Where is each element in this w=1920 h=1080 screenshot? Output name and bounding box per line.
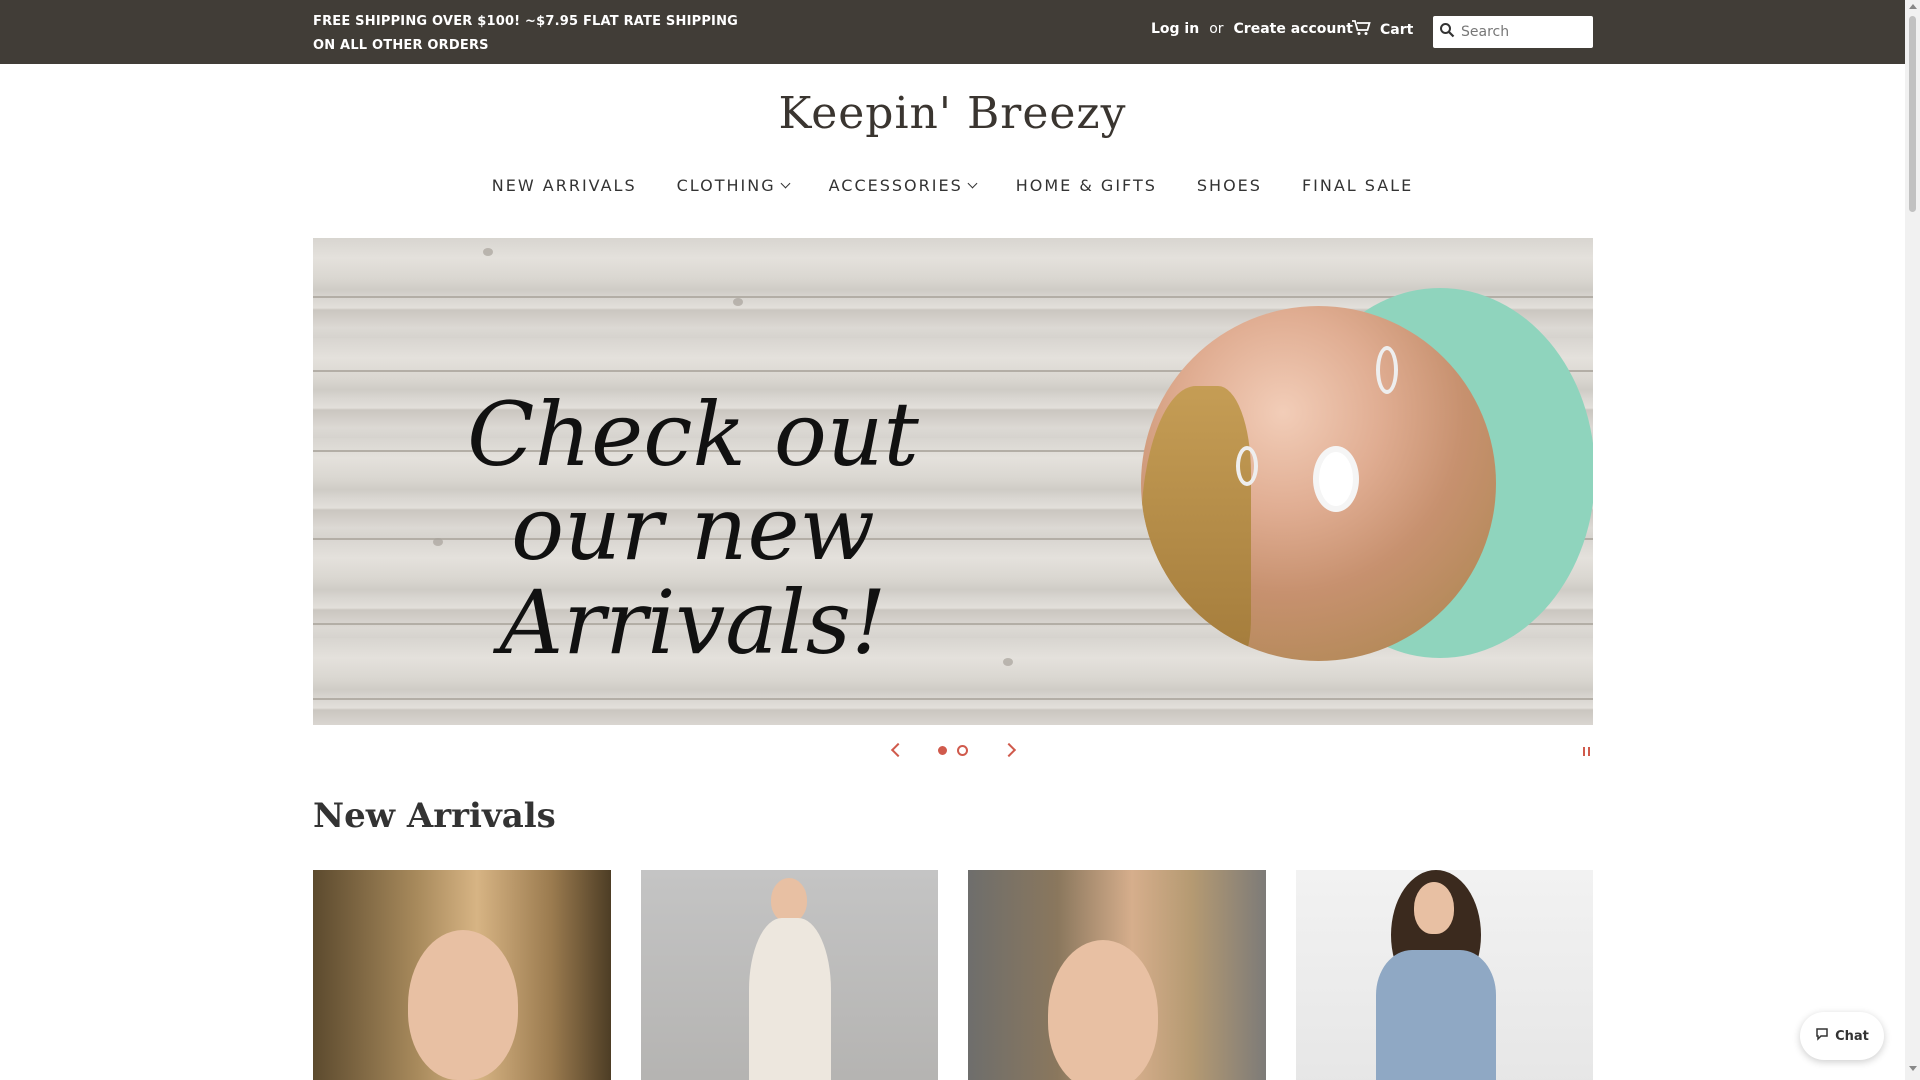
product-card[interactable] <box>1295 870 1593 1080</box>
product-grid <box>313 870 1593 1080</box>
product-image <box>770 878 807 922</box>
product-image-denim-dress <box>1375 950 1496 1080</box>
prev-slide-arrow-icon[interactable] <box>890 742 906 758</box>
nav-clothing[interactable]: CLOTHING <box>676 176 791 195</box>
scroll-up-icon[interactable] <box>1909 4 1917 9</box>
nav-label: NEW ARRIVALS <box>491 176 637 195</box>
scrollbar-thumb[interactable] <box>1909 16 1916 212</box>
nav-label: ACCESSORIES <box>828 176 963 195</box>
chevron-down-icon <box>967 178 978 189</box>
hero-slide[interactable]: Check out our new Arrivals! <box>313 238 1593 725</box>
search-input[interactable] <box>1461 24 1581 40</box>
earring-shape <box>1376 346 1398 394</box>
wood-knot <box>733 298 743 306</box>
section-title: New Arrivals <box>313 796 556 836</box>
cart-link[interactable]: Cart <box>1352 20 1413 40</box>
hero-headline: Check out our new Arrivals! <box>393 388 993 670</box>
product-image <box>408 930 518 1080</box>
create-account-link[interactable]: Create account <box>1234 21 1353 37</box>
search-icon[interactable] <box>1439 22 1455 42</box>
product-card[interactable] <box>313 870 611 1080</box>
chat-label: Chat <box>1835 1028 1869 1044</box>
product-card[interactable] <box>968 870 1266 1080</box>
main-nav: NEW ARRIVALS CLOTHING ACCESSORIES HOME &… <box>0 176 1905 195</box>
model-portrait-image <box>1141 306 1496 661</box>
announcement-bar: FREE SHIPPING OVER $100! ~$7.95 FLAT RAT… <box>0 0 1905 64</box>
hair-shape <box>1141 386 1251 661</box>
cart-icon <box>1352 20 1372 40</box>
wood-plank-line <box>313 698 1593 700</box>
site-logo[interactable]: Keepin' Breezy <box>0 88 1905 139</box>
nav-shoes[interactable]: SHOES <box>1197 176 1262 195</box>
search-box[interactable] <box>1433 16 1593 48</box>
chevron-down-icon <box>780 178 791 189</box>
nav-new-arrivals[interactable]: NEW ARRIVALS <box>492 176 637 195</box>
announcement-text: FREE SHIPPING OVER $100! ~$7.95 FLAT RAT… <box>313 14 739 53</box>
nav-label: FINAL SALE <box>1301 176 1414 195</box>
pause-icon[interactable] <box>1583 747 1590 756</box>
scroll-down-icon[interactable] <box>1909 1066 1917 1071</box>
cart-label: Cart <box>1380 22 1414 38</box>
ring-shape <box>1313 446 1359 512</box>
hero-headline-line1: Check out our new <box>467 383 919 580</box>
login-link[interactable]: Log in <box>1151 21 1199 37</box>
nav-label: SHOES <box>1196 176 1262 195</box>
chat-button[interactable]: Chat <box>1800 1012 1884 1060</box>
account-links: Log in or Create account <box>1151 21 1353 37</box>
wood-knot <box>483 248 493 256</box>
product-image-dress <box>748 918 831 1080</box>
earring-shape <box>1236 446 1258 486</box>
slide-dot-1[interactable] <box>938 746 947 755</box>
product-image <box>1413 882 1454 934</box>
product-card[interactable] <box>640 870 938 1080</box>
nav-label: CLOTHING <box>676 176 776 195</box>
next-slide-arrow-icon[interactable] <box>1001 742 1017 758</box>
hero-headline-line2: Arrivals! <box>499 571 887 674</box>
slide-dot-2[interactable] <box>957 745 968 756</box>
nav-label: HOME & GIFTS <box>1015 176 1157 195</box>
nav-final-sale[interactable]: FINAL SALE <box>1302 176 1413 195</box>
page-scrollbar[interactable] <box>1905 0 1920 1080</box>
nav-accessories[interactable]: ACCESSORIES <box>828 176 978 195</box>
wood-knot <box>1003 658 1013 666</box>
slider-controls <box>0 740 1905 762</box>
chat-bubble-icon <box>1815 1027 1829 1045</box>
nav-home-gifts[interactable]: HOME & GIFTS <box>1016 176 1157 195</box>
or-text: or <box>1209 21 1224 37</box>
product-image <box>1048 940 1158 1080</box>
